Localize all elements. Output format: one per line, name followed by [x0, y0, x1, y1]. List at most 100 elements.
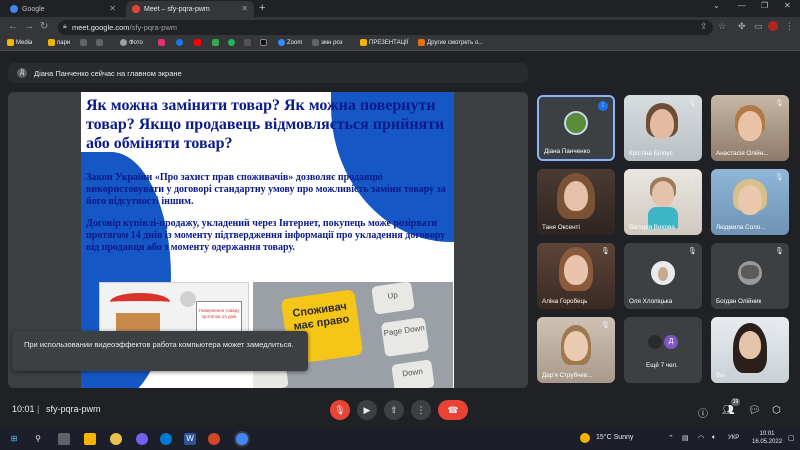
presenting-banner: Д Діана Панченко сейчас на главном экран… — [8, 63, 528, 83]
back-icon[interactable]: ← — [8, 21, 18, 32]
volume-icon[interactable]: 🔈︎ — [712, 434, 716, 442]
task-view-icon[interactable] — [58, 433, 70, 445]
figure-head — [180, 291, 196, 307]
people-icon[interactable]: 👥︎ — [722, 405, 735, 416]
share-icon[interactable]: ⇪ — [700, 21, 708, 32]
input-language[interactable]: УКР — [728, 435, 739, 441]
bookmark-item[interactable]: Другие смотреть о... — [418, 39, 483, 46]
lock-icon[interactable]: 🔒︎ — [63, 23, 67, 31]
camera-toggle-button[interactable]: ▶ — [357, 400, 377, 420]
participant-video — [564, 331, 588, 361]
bookmark-item[interactable]: пари — [48, 39, 70, 46]
notifications-icon[interactable]: ▢ — [788, 434, 795, 442]
participant-tile[interactable]: ⁞ Діана Панченко — [537, 95, 615, 161]
powerpoint-icon[interactable] — [208, 433, 220, 445]
participant-tile-more[interactable]: Д Ещё 7 чел. — [624, 317, 702, 383]
bookmark-star-icon[interactable]: ☆ — [718, 21, 726, 32]
bookmark-item[interactable] — [80, 39, 87, 46]
close-tab-icon[interactable]: ✕ — [109, 4, 116, 13]
participant-tile[interactable]: 🎙︎ Богдан Олійник — [711, 243, 789, 309]
windows-taskbar: ⊞ ⚲ W 15°C Sunny ⌃ ▤ ◠ 🔈︎ УКР 10:01 16.0… — [0, 428, 800, 450]
participant-tile[interactable]: Таня Оксенті — [537, 169, 615, 235]
bookmark-item[interactable]: ПРЕЗЕНТАЦІЇ — [360, 39, 408, 46]
bookmark-item[interactable] — [176, 39, 183, 46]
reload-icon[interactable]: ↻ — [40, 21, 48, 32]
bookmark-item[interactable]: Фото — [120, 39, 143, 46]
reading-list-icon[interactable]: ▭ — [754, 21, 763, 32]
cat-avatar — [741, 265, 759, 279]
profile-avatar[interactable] — [768, 21, 778, 31]
bookmark-item[interactable] — [96, 39, 103, 46]
word-icon[interactable]: W — [184, 433, 196, 445]
participant-tile-self[interactable]: 🎙︎ Вы — [711, 317, 789, 383]
avatar — [564, 111, 588, 135]
close-window-icon[interactable]: ✕ — [784, 1, 791, 10]
browser-tab-strip: Google ✕ Meet – sfy-pqra-pwm ✕ + ⌄ — ❐ ✕ — [0, 0, 800, 17]
menu-kebab-icon[interactable]: ⋮ — [785, 21, 794, 32]
key-up: Up — [371, 282, 415, 315]
participant-tile[interactable]: 🎙︎ Аліна Горобець — [537, 243, 615, 309]
new-tab-button[interactable]: + — [259, 2, 265, 14]
speaking-indicator-icon: ⁞ — [598, 101, 608, 111]
network-icon[interactable]: ▤ — [682, 434, 689, 442]
tab-google[interactable]: Google ✕ — [4, 1, 122, 17]
folder-icon — [48, 39, 55, 46]
bookmark-item[interactable]: Zoom — [278, 39, 302, 46]
bookmark-item[interactable] — [244, 39, 251, 46]
participant-name: Аліна Горобець — [542, 298, 588, 305]
bookmark-item[interactable] — [212, 39, 219, 46]
sun-icon — [580, 433, 590, 443]
address-bar[interactable]: 🔒︎ meet.google.com/sfy-pqra-pwm — [58, 20, 713, 35]
mic-off-icon: 🎙︎ — [775, 322, 784, 329]
info-icon[interactable]: ⓘ — [698, 405, 708, 420]
bookmark-item[interactable] — [158, 39, 165, 46]
leave-call-button[interactable]: ☎︎ — [438, 400, 468, 420]
windows-start-icon[interactable]: ⊞ — [8, 433, 20, 445]
chat-icon[interactable]: 💬︎ — [748, 405, 761, 416]
minimize-icon[interactable]: — — [738, 1, 746, 10]
present-screen-button[interactable]: ⇧ — [384, 400, 404, 420]
bookmark-item[interactable] — [194, 39, 201, 46]
participant-tile[interactable]: 🎙︎ Вікторія Вихова... — [624, 169, 702, 235]
weather-text[interactable]: 15°C Sunny — [596, 434, 633, 441]
system-clock[interactable]: 10:01 16.05.2022 — [752, 430, 782, 446]
participant-tile[interactable]: 🎙︎ Крістіна Білоус — [624, 95, 702, 161]
close-tab-icon[interactable]: ✕ — [241, 4, 248, 13]
file-explorer-icon[interactable] — [84, 433, 96, 445]
bookmark-item[interactable] — [228, 39, 235, 46]
participant-video — [650, 109, 674, 139]
edge-icon[interactable] — [160, 433, 172, 445]
key-down: Down — [391, 359, 435, 388]
instagram-icon — [158, 39, 165, 46]
wifi-icon[interactable]: ◠ — [698, 434, 704, 442]
bookmark-item[interactable] — [260, 39, 267, 46]
slide-title: Як можна замінити товар? Як можна поверн… — [86, 97, 445, 152]
chrome-icon[interactable] — [236, 433, 248, 445]
more-options-button[interactable]: ⋮ — [411, 400, 431, 420]
viber-icon[interactable] — [136, 433, 148, 445]
search-icon[interactable]: ⚲ — [32, 433, 44, 445]
participant-video — [652, 181, 674, 207]
bookmark-item[interactable]: Media — [7, 39, 32, 46]
tab-search-icon[interactable]: ⌄ — [713, 1, 720, 10]
participant-count-badge: 19 — [731, 398, 740, 406]
extensions-icon[interactable]: ✤ — [738, 21, 746, 32]
mic-off-icon: 🎙︎ — [688, 100, 697, 107]
maximize-icon[interactable]: ❐ — [761, 1, 768, 10]
mic-off-icon: 🎙︎ — [601, 322, 610, 329]
participant-tile[interactable]: 🎙︎ Людмила Соло... — [711, 169, 789, 235]
tab-meet[interactable]: Meet – sfy-pqra-pwm ✕ — [126, 1, 254, 17]
participant-tile[interactable]: 🎙︎ Дар'я Струбчев... — [537, 317, 615, 383]
mic-toggle-button[interactable]: 🎙︎ — [330, 400, 350, 420]
separator: | — [37, 404, 40, 414]
bookmark-item[interactable]: эмн роз — [312, 39, 343, 46]
participant-tile[interactable]: 🎙︎ Анастасія Олійн... — [711, 95, 789, 161]
forward-icon[interactable]: → — [24, 21, 34, 32]
app-icon — [260, 39, 267, 46]
tray-chevron-icon[interactable]: ⌃ — [668, 434, 674, 442]
participant-name: Діана Панченко — [544, 148, 590, 155]
participant-tile[interactable]: 🎙︎ Оля Хлопіцька — [624, 243, 702, 309]
meeting-code: sfy-pqra-pwm — [46, 404, 101, 414]
app-icon[interactable] — [110, 433, 122, 445]
activities-icon[interactable]: ⬡ — [772, 405, 781, 416]
